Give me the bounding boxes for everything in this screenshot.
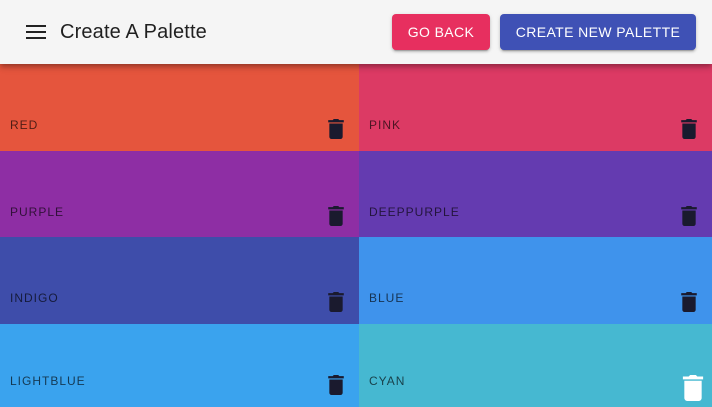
menu-button[interactable] — [18, 16, 54, 48]
color-box-label: PURPLE — [10, 205, 65, 219]
color-box-label: LIGHTBLUE — [10, 374, 86, 388]
color-box-purple[interactable]: PURPLE — [0, 151, 359, 238]
app-bar: Create A Palette GO BACK CREATE NEW PALE… — [0, 0, 712, 64]
create-new-palette-button[interactable]: CREATE NEW PALETTE — [500, 14, 696, 50]
trash-icon[interactable] — [327, 119, 345, 139]
trash-icon[interactable] — [682, 375, 704, 401]
trash-icon[interactable] — [327, 206, 345, 226]
color-box-label: PINK — [369, 118, 402, 132]
color-box-label: DEEPPURPLE — [369, 205, 460, 219]
trash-icon[interactable] — [327, 375, 345, 395]
color-box-label: CYAN — [369, 374, 406, 388]
color-box-grid: RED PINK PURPLE DEEPPURPLE INDIGO BLUE L… — [0, 64, 712, 407]
color-box-pink[interactable]: PINK — [359, 64, 712, 151]
color-box-lightblue[interactable]: LIGHTBLUE — [0, 324, 359, 407]
go-back-button[interactable]: GO BACK — [392, 14, 490, 50]
color-box-blue[interactable]: BLUE — [359, 237, 712, 324]
trash-icon[interactable] — [680, 206, 698, 226]
color-box-deeppurple[interactable]: DEEPPURPLE — [359, 151, 712, 238]
color-box-red[interactable]: RED — [0, 64, 359, 151]
trash-icon[interactable] — [680, 292, 698, 312]
color-box-label: INDIGO — [10, 291, 59, 305]
trash-icon[interactable] — [680, 119, 698, 139]
trash-icon[interactable] — [327, 292, 345, 312]
color-box-cyan[interactable]: CYAN — [359, 324, 712, 407]
color-box-label: BLUE — [369, 291, 405, 305]
color-box-label: RED — [10, 118, 39, 132]
page-title: Create A Palette — [60, 21, 207, 43]
color-box-indigo[interactable]: INDIGO — [0, 237, 359, 324]
hamburger-menu-icon — [26, 25, 46, 39]
